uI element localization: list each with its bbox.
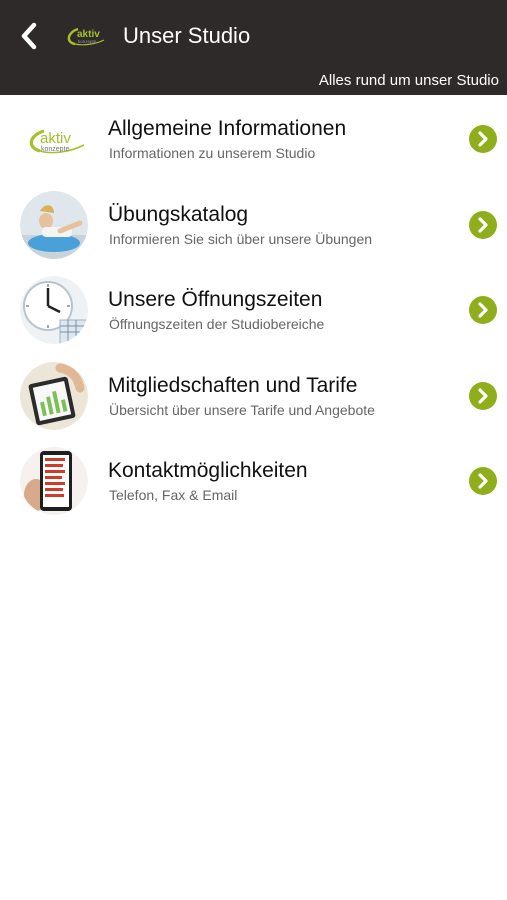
chevron-right-circle-icon[interactable]	[469, 381, 497, 410]
menu-item-general-info[interactable]: aktiv konzepte Allgemeine Informationen …	[0, 96, 507, 182]
clock-and-calendar-photo	[20, 276, 88, 344]
menu-item-exercise-catalog[interactable]: Übungskatalog Informieren Sie sich über …	[0, 182, 507, 268]
aktiv-konzepte-logo: aktiv konzepte	[20, 105, 88, 173]
menu-item-subtitle: Übersicht über unsere Tarife und Angebot…	[109, 401, 375, 418]
chevron-left-icon	[21, 22, 37, 50]
woman-exercising-photo	[20, 190, 88, 259]
menu-item-title: Kontaktmöglichkeiten	[108, 459, 308, 482]
menu-item-subtitle: Informieren Sie sich über unsere Übungen	[109, 230, 373, 247]
chevron-right-circle-icon[interactable]	[469, 125, 497, 153]
svg-text:aktiv: aktiv	[40, 130, 71, 147]
menu-item-title: Unsere Öffnungszeiten	[108, 288, 323, 311]
contact-list-phone-photo	[20, 447, 88, 515]
studio-menu: aktiv konzepte Allgemeine Informationen …	[0, 96, 507, 524]
tablet-pricing-photo	[20, 361, 88, 430]
menu-item-subtitle: Öffnungszeiten der Studiobereiche	[109, 316, 325, 332]
back-button[interactable]	[14, 20, 44, 52]
svg-text:konzepte: konzepte	[41, 146, 70, 153]
menu-item-title: Mitgliedschaften und Tarife	[108, 373, 358, 397]
brand-logo: aktiv konzepte	[64, 22, 108, 50]
page-subtitle: Alles rund um unser Studio	[318, 72, 499, 89]
menu-item-memberships[interactable]: Mitgliedschaften und Tarife Übersicht üb…	[0, 353, 507, 439]
chevron-right-circle-icon[interactable]	[469, 210, 497, 239]
chevron-right-circle-icon[interactable]	[469, 296, 497, 324]
menu-item-title: Allgemeine Informationen	[108, 117, 347, 140]
menu-item-subtitle: Telefon, Fax & Email	[109, 487, 238, 503]
menu-item-title: Übungskatalog	[108, 202, 249, 226]
menu-item-contact[interactable]: Kontaktmöglichkeiten Telefon, Fax & Emai…	[0, 438, 507, 524]
menu-item-subtitle: Informationen zu unserem Studio	[109, 145, 316, 161]
app-header: aktiv konzepte Unser Studio Alles rund u…	[0, 0, 507, 95]
page-title: Unser Studio	[123, 23, 251, 48]
menu-item-opening-hours[interactable]: Unsere Öffnungszeiten Öffnungszeiten der…	[0, 267, 507, 353]
svg-text:konzepte: konzepte	[78, 39, 97, 44]
chevron-right-circle-icon[interactable]	[469, 467, 497, 495]
